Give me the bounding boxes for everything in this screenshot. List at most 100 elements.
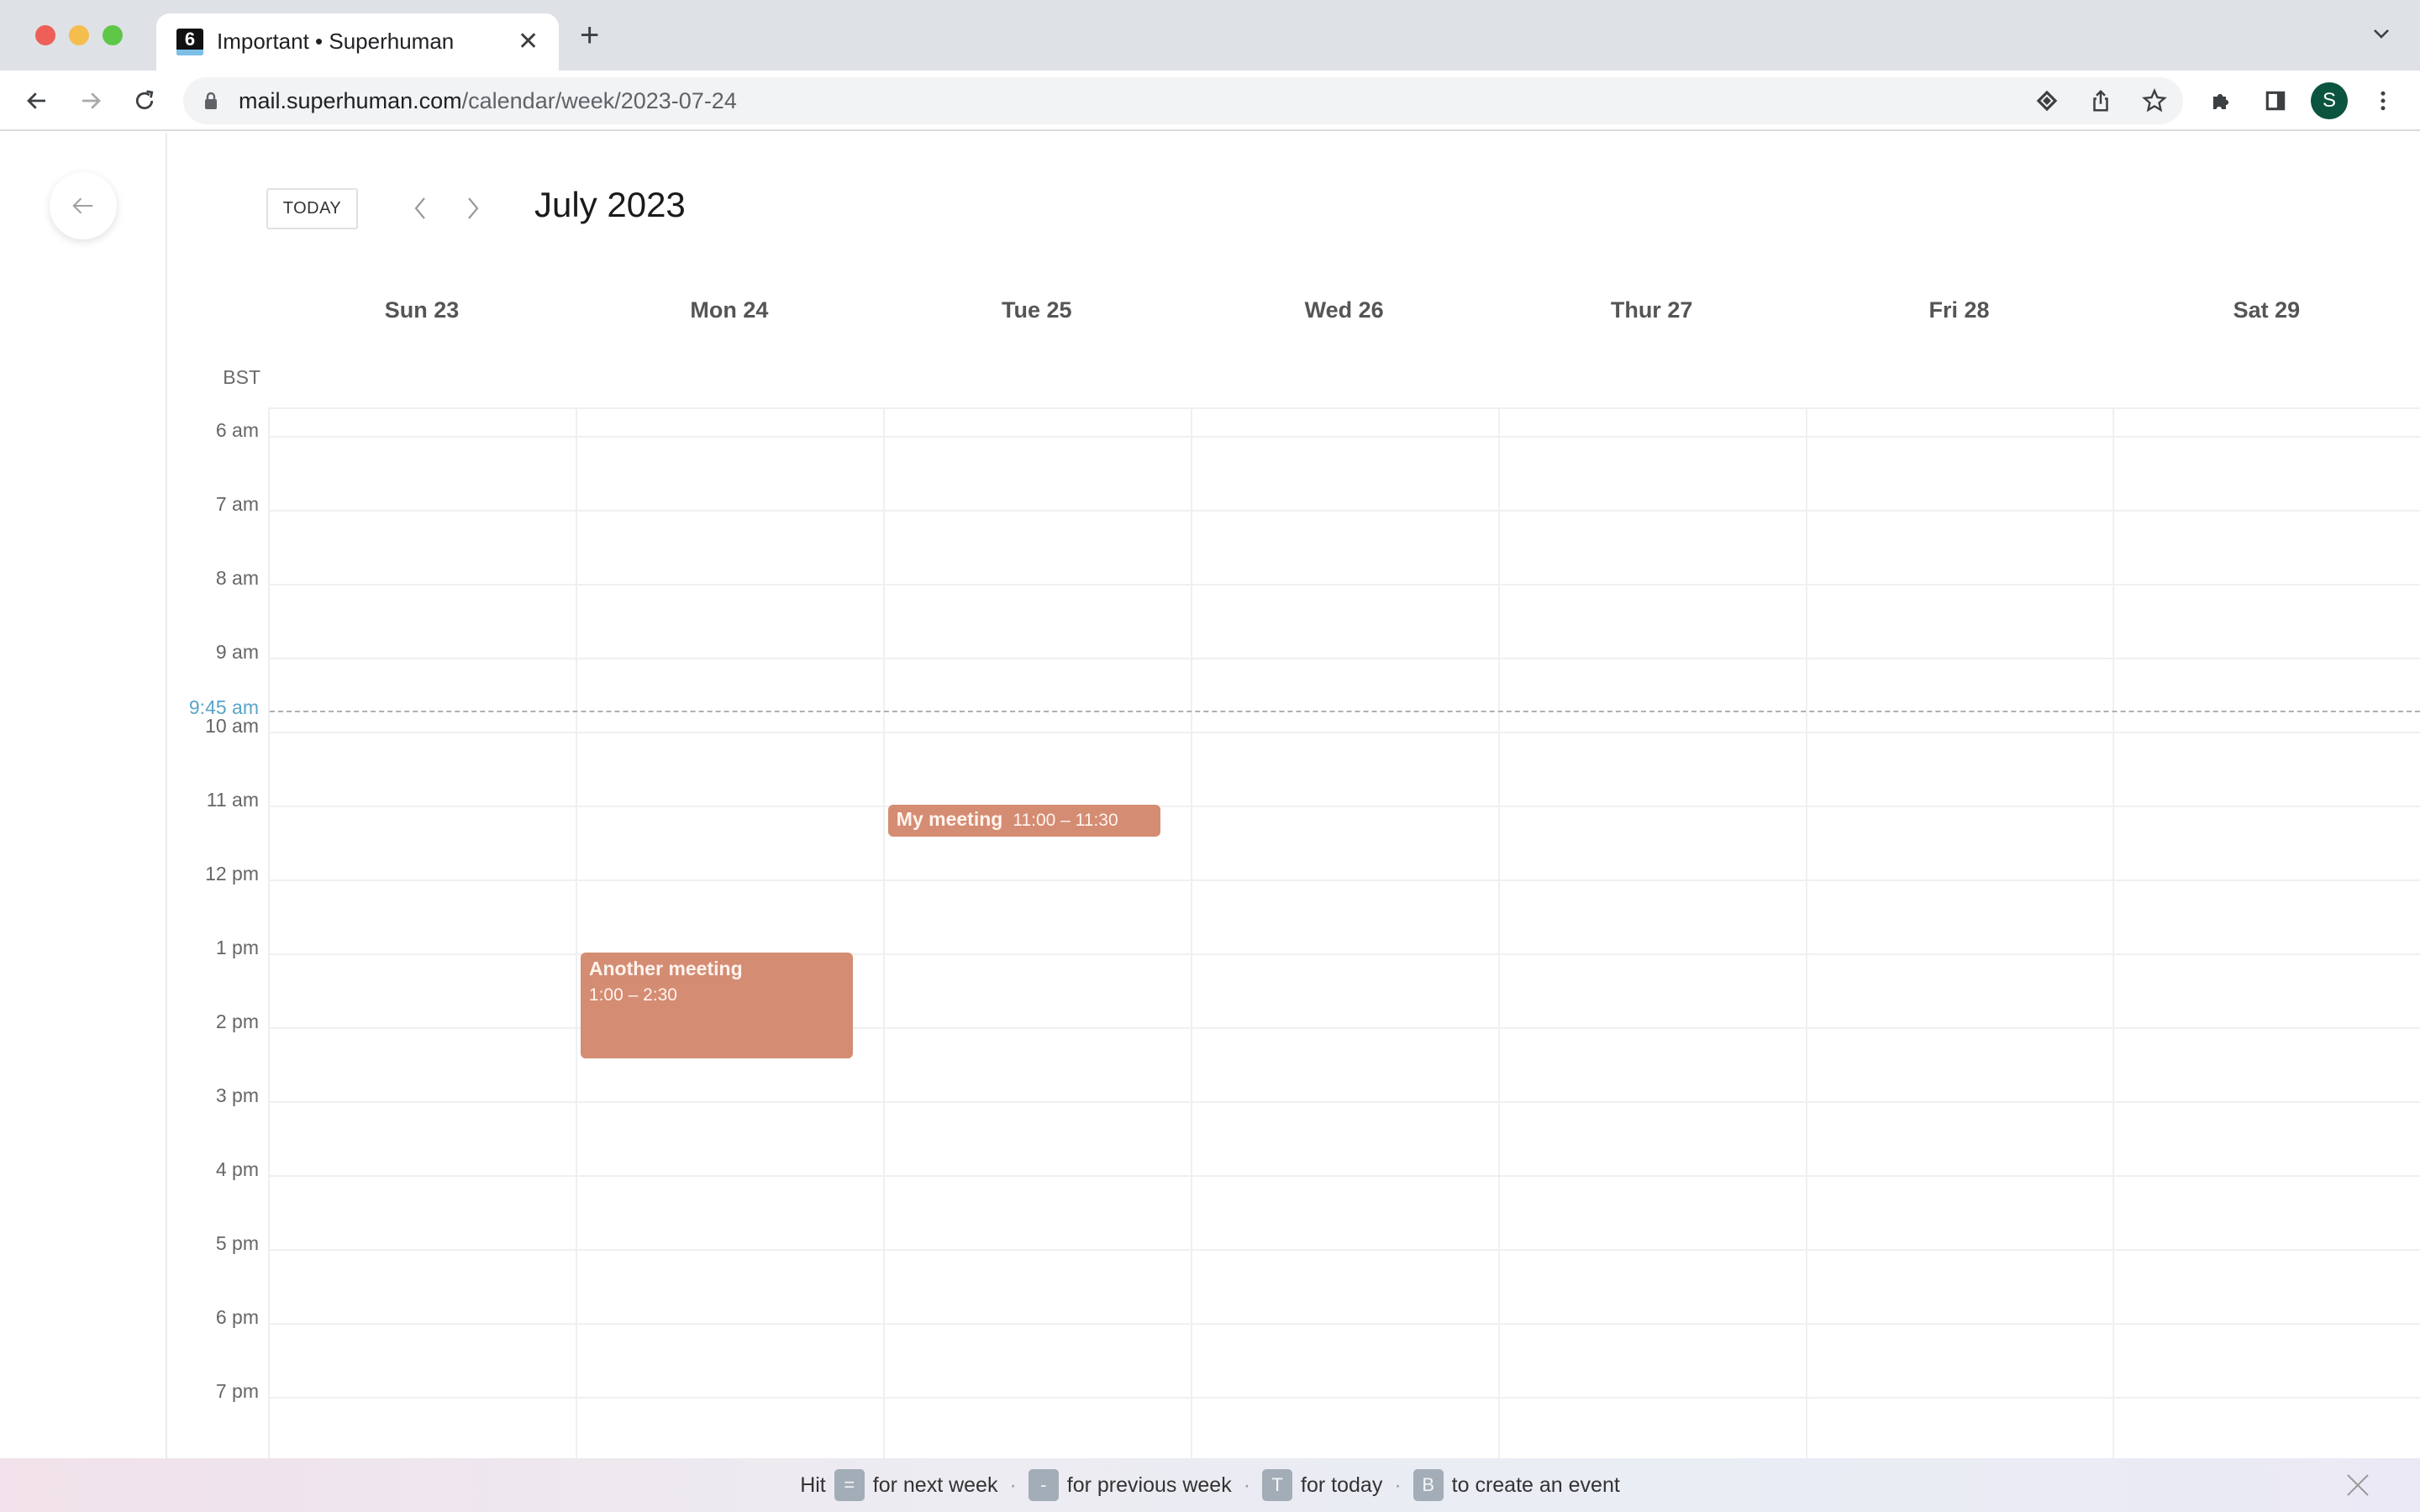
day-header[interactable]: Tue 25 <box>883 297 1191 323</box>
share-button[interactable] <box>2086 86 2116 116</box>
hour-label: 7 am <box>215 493 259 515</box>
browser-toolbar: mail.superhuman.com/calendar/week/2023-0… <box>0 71 2420 131</box>
calendar-event[interactable]: Another meeting 1:00 – 2:30 <box>580 953 853 1058</box>
share-icon <box>2093 89 2108 112</box>
diamond-icon <box>2036 90 2058 112</box>
separator-dot: · <box>1394 1473 1402 1497</box>
window-close-button[interactable] <box>35 25 55 45</box>
hour-label: 4 pm <box>215 1158 259 1180</box>
browser-tab-bar: 6 Important • Superhuman ✕ + <box>0 0 2420 72</box>
arrow-right-icon <box>82 92 101 109</box>
day-column-divider <box>2112 409 2115 1458</box>
window-maximize-button[interactable] <box>103 25 123 45</box>
day-header[interactable]: Sun 23 <box>268 297 576 323</box>
profile-avatar[interactable]: S <box>2311 82 2348 119</box>
arrow-left-icon <box>72 197 93 214</box>
day-column-divider <box>1190 409 1192 1458</box>
hour-gridline <box>270 806 2420 807</box>
day-header[interactable]: Fri 28 <box>1806 297 2113 323</box>
hint-label: for previous week <box>1066 1473 1232 1497</box>
day-column-divider <box>1805 409 1807 1458</box>
chevron-right-icon <box>468 197 479 219</box>
shortcut-hint-bar: Hit = for next week · - for previous wee… <box>0 1458 2420 1512</box>
day-column-divider <box>575 409 577 1458</box>
reload-button[interactable] <box>129 86 160 116</box>
hour-gridline <box>270 436 2420 438</box>
close-icon <box>2347 1474 2369 1496</box>
hour-label: 3 pm <box>215 1084 259 1106</box>
hint-label: for today <box>1301 1473 1383 1497</box>
event-time: 1:00 – 2:30 <box>588 985 677 1005</box>
current-time-label: 9:45 am <box>188 696 259 718</box>
event-time: 11:00 – 11:30 <box>1013 811 1118 830</box>
day-header[interactable]: Thur 27 <box>1498 297 1806 323</box>
event-title: My meeting <box>896 808 1003 830</box>
hour-label: 2 pm <box>215 1011 259 1032</box>
bookmark-button[interactable] <box>2139 86 2170 116</box>
today-button[interactable]: TODAY <box>266 188 358 229</box>
hour-gridline <box>270 1101 2420 1103</box>
more-vertical-icon <box>2381 91 2386 111</box>
separator-dot: · <box>1009 1473 1017 1497</box>
forward-nav-button[interactable] <box>76 86 106 116</box>
window-minimize-button[interactable] <box>69 25 89 45</box>
arrow-left-icon <box>27 92 45 109</box>
close-hint-button[interactable] <box>2344 1472 2371 1499</box>
hint-label: to create an event <box>1451 1473 1620 1497</box>
key-badge: T <box>1262 1469 1293 1501</box>
month-title: July 2023 <box>534 185 686 224</box>
hour-label: 5 pm <box>215 1232 259 1254</box>
shortcut-hint: Hit = for next week · - for previous wee… <box>0 1458 2420 1512</box>
browser-tab[interactable]: 6 Important • Superhuman ✕ <box>156 13 559 72</box>
address-bar[interactable]: mail.superhuman.com/calendar/week/2023-0… <box>183 77 2183 124</box>
tab-favicon-icon: 6 <box>176 29 203 55</box>
event-title: Another meeting <box>588 958 743 979</box>
day-column-divider <box>882 409 885 1458</box>
tab-close-icon[interactable]: ✕ <box>518 27 539 56</box>
chevron-left-icon <box>414 197 425 219</box>
sidebar-icon <box>2265 91 2286 111</box>
hour-label: 12 pm <box>205 863 259 885</box>
timezone-label: BST <box>223 366 260 388</box>
hour-gridline <box>270 658 2420 659</box>
url-text: mail.superhuman.com/calendar/week/2023-0… <box>239 88 737 113</box>
extensions-button[interactable] <box>2207 86 2237 116</box>
hour-label: 1 pm <box>215 937 259 958</box>
hour-label: 11 am <box>206 789 259 811</box>
side-panel-button[interactable] <box>2260 86 2291 116</box>
back-to-inbox-button[interactable] <box>50 172 117 239</box>
new-tab-button[interactable]: + <box>580 18 599 52</box>
hour-gridline <box>270 1323 2420 1325</box>
back-nav-button[interactable] <box>22 86 52 116</box>
day-column-divider <box>1497 409 1500 1458</box>
tab-title: Important • Superhuman <box>217 29 455 54</box>
hour-gridline <box>270 1175 2420 1177</box>
hour-gridline <box>270 732 2420 733</box>
puzzle-icon <box>2213 93 2229 109</box>
browser-menu-button[interactable] <box>2368 86 2398 116</box>
hour-gridline <box>270 1249 2420 1251</box>
week-grid[interactable] <box>268 407 2420 1458</box>
star-icon <box>2142 87 2167 113</box>
previous-week-button[interactable] <box>403 192 437 225</box>
day-header[interactable]: Sat 29 <box>2112 297 2420 323</box>
reload-icon <box>135 90 154 110</box>
next-week-button[interactable] <box>456 192 490 225</box>
day-header[interactable]: Mon 24 <box>576 297 883 323</box>
key-badge: B <box>1413 1469 1444 1501</box>
install-app-button[interactable] <box>2032 86 2062 116</box>
day-header[interactable]: Wed 26 <box>1191 297 1498 323</box>
hour-gridline <box>270 510 2420 512</box>
calendar-event[interactable]: My meeting 11:00 – 11:30 <box>887 805 1160 837</box>
lock-icon <box>205 92 217 109</box>
tab-search-chevron-down-icon[interactable] <box>2371 24 2391 48</box>
hour-label: 8 am <box>215 567 259 589</box>
hint-prefix: Hit <box>800 1473 826 1497</box>
key-badge: = <box>834 1469 865 1501</box>
separator-dot: · <box>1243 1473 1251 1497</box>
hint-label: for next week <box>872 1473 998 1497</box>
hour-label: 6 pm <box>215 1306 259 1328</box>
key-badge: - <box>1028 1469 1059 1501</box>
app-sidebar <box>0 133 167 1458</box>
hour-label: 7 pm <box>215 1380 259 1402</box>
